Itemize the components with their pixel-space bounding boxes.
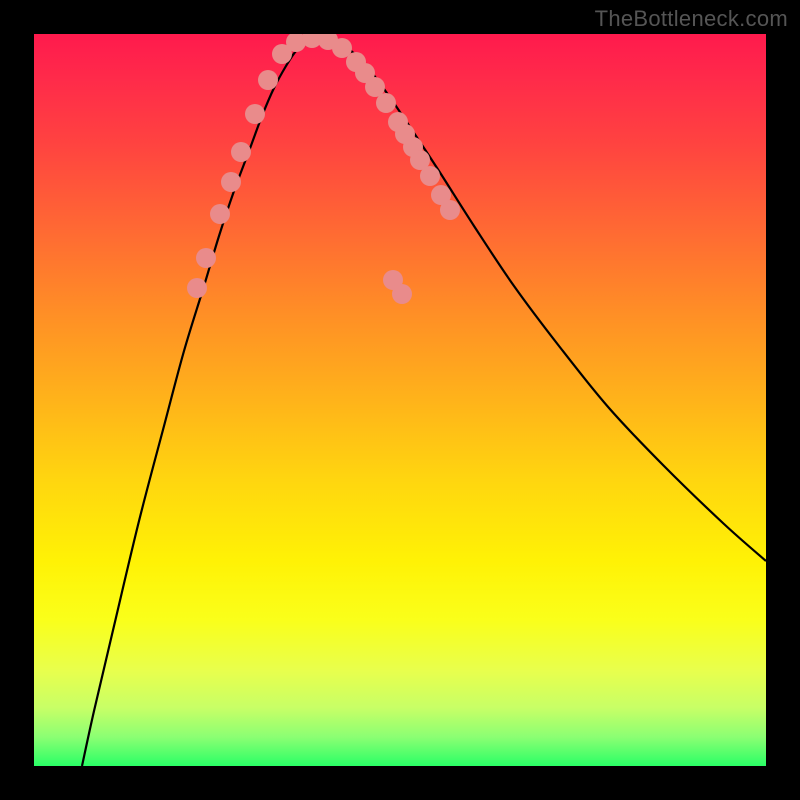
chart-frame: TheBottleneck.com [0, 0, 800, 800]
data-dot [196, 248, 216, 268]
watermark-text: TheBottleneck.com [595, 6, 788, 32]
plot-area [34, 34, 766, 766]
data-dot [440, 200, 460, 220]
data-dot [420, 166, 440, 186]
data-dot [187, 278, 207, 298]
data-dot [221, 172, 241, 192]
curve-svg [34, 34, 766, 766]
data-dot [231, 142, 251, 162]
data-dot [245, 104, 265, 124]
bottleneck-curve [82, 38, 766, 766]
data-dot [392, 284, 412, 304]
data-dot [258, 70, 278, 90]
curve-dots [187, 34, 460, 304]
data-dot [210, 204, 230, 224]
data-dot [376, 93, 396, 113]
